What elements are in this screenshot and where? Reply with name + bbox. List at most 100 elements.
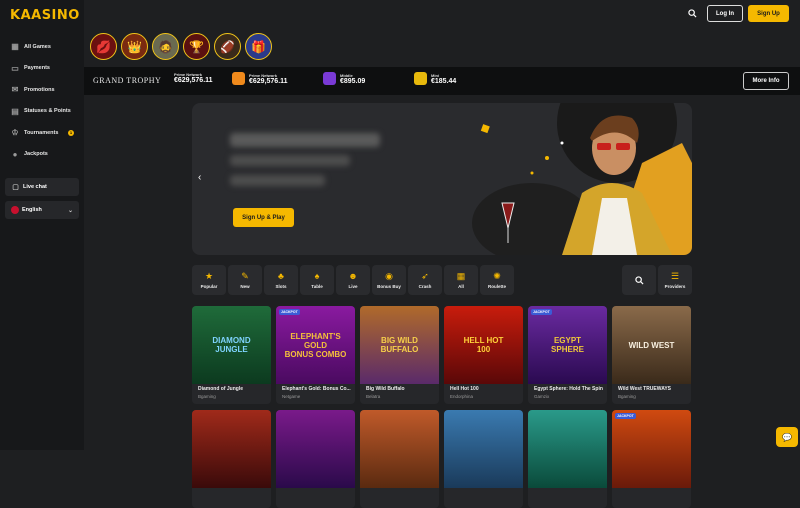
category-all[interactable]: ▦ All <box>444 265 478 295</box>
game-card[interactable]: WILD WEST Wild West TRUEWAYS Bgaming <box>612 306 691 404</box>
game-card[interactable]: DIAMOND JUNGLE Diamond of Jungle Bgaming <box>192 306 271 404</box>
dealer-icon: ☻ <box>348 271 358 281</box>
category-slots[interactable]: ♣ Slots <box>264 265 298 295</box>
coins-icon: ◉ <box>385 271 393 281</box>
sidebar-item-label: Payments <box>24 65 50 72</box>
moneybag-icon: ● <box>12 149 18 159</box>
category-label: Table <box>311 284 323 289</box>
sidebar-item-promotions[interactable]: ✉ Promotions <box>0 79 84 101</box>
providers-button[interactable]: ☰ Providers <box>658 265 692 295</box>
sidebar: KAASINO ▦ All Games ▭ Payments ✉ Promoti… <box>0 0 84 450</box>
roulette-icon: ✺ <box>493 271 501 281</box>
broom-icon: ✎ <box>241 271 249 281</box>
category-popular[interactable]: ★ Popular <box>192 265 226 295</box>
live-chat-label: Live chat <box>23 184 47 190</box>
game-name: Wild West TRUEWAYS <box>618 386 672 392</box>
jackpot-gem-orange-icon <box>232 72 245 85</box>
sidebar-item-label: Jackpots <box>24 151 48 158</box>
jackpot-amount: €895.09 <box>340 77 366 85</box>
category-bar: ★ Popular ✎ New ♣ Slots ♠ Table ☻ Live ◉… <box>192 265 692 295</box>
promo-banner[interactable]: Sign Up & Play ‹ › <box>192 103 692 255</box>
login-button[interactable]: Log In <box>707 5 743 22</box>
game-card[interactable]: HELL HOT 100 Hell Hot 100 Endorphina <box>444 306 523 404</box>
category-table[interactable]: ♠ Table <box>300 265 334 295</box>
category-roulette[interactable]: ✺ Roulette <box>480 265 514 295</box>
search-icon[interactable] <box>688 9 697 20</box>
jackpot-bar: GRAND TROPHY Prime Network €629,576.11 P… <box>84 67 800 95</box>
story-crown[interactable]: 👑 <box>121 33 148 60</box>
sidebar-item-jackpots[interactable]: ● Jackpots <box>0 144 84 166</box>
game-card[interactable] <box>276 410 355 508</box>
jackpot-amount: €629,576.11 <box>249 77 288 85</box>
game-art-title: EGYPT SPHERE <box>551 336 584 354</box>
sidebar-item-label: Promotions <box>24 86 55 93</box>
category-crash[interactable]: ➶ Crash <box>408 265 442 295</box>
game-name: Big Wild Buffalo <box>366 386 405 392</box>
story-football[interactable]: 🏈 <box>214 33 241 60</box>
sidebar-item-all-games[interactable]: ▦ All Games <box>0 36 84 58</box>
jackpot-prime-2: Prime Network €629,576.11 <box>232 72 288 85</box>
jackpot-gem-yellow-icon <box>414 72 427 85</box>
star-icon: ★ <box>204 271 214 281</box>
game-art-title: HELL HOT 100 <box>463 336 504 354</box>
live-chat-button[interactable]: ▢ Live chat <box>5 178 79 196</box>
kaasino-logo[interactable]: KAASINO <box>10 8 80 23</box>
signup-button[interactable]: Sign Up <box>748 5 789 22</box>
game-card[interactable] <box>444 410 523 508</box>
category-label: New <box>240 284 250 289</box>
story-gift[interactable]: 🎁 <box>245 33 272 60</box>
game-card[interactable] <box>192 410 271 508</box>
category-bonus-buy[interactable]: ◉ Bonus Buy <box>372 265 406 295</box>
game-card[interactable]: BIG WILD BUFFALO Big Wild Buffalo Belatr… <box>360 306 439 404</box>
category-label: Bonus Buy <box>377 284 401 289</box>
tournaments-count-badge: 1 <box>68 129 74 136</box>
more-info-button[interactable]: More Info <box>743 72 789 90</box>
spade-icon: ♠ <box>314 271 320 281</box>
uk-flag-icon <box>11 206 19 214</box>
jackpot-amount: €629,576.11 <box>174 77 213 84</box>
game-search-button[interactable] <box>622 265 656 295</box>
grand-trophy-logo: GRAND TROPHY <box>93 76 162 85</box>
language-select[interactable]: English ⌄ <box>5 201 79 219</box>
game-thumbnail: BIG WILD BUFFALO <box>360 306 439 384</box>
game-card[interactable]: JACKPOT <box>612 410 691 508</box>
game-art-title: WILD WEST <box>628 340 675 350</box>
game-name: Hell Hot 100 <box>450 386 479 392</box>
category-new[interactable]: ✎ New <box>228 265 262 295</box>
story-trophy[interactable]: 🏆 <box>183 33 210 60</box>
game-name: Egypt Sphere: Hold The Spin <box>534 386 603 392</box>
jackpot-mini: Mini €185.44 <box>414 72 456 85</box>
sidebar-item-statuses[interactable]: ▤ Statuses & Points <box>0 101 84 123</box>
sidebar-item-payments[interactable]: ▭ Payments <box>0 58 84 80</box>
clover-icon: ♣ <box>278 271 284 281</box>
story-character[interactable]: 🧔 <box>152 33 179 60</box>
grid-icon: ▦ <box>11 42 19 52</box>
game-provider: Gamzix <box>534 394 550 399</box>
game-card[interactable] <box>528 410 607 508</box>
category-live[interactable]: ☻ Live <box>336 265 370 295</box>
category-label: Popular <box>200 284 218 289</box>
chevron-down-icon: ⌄ <box>67 207 73 214</box>
category-label: Live <box>348 284 358 289</box>
top-bar: Log In Sign Up 💋 👑 🧔 🏆 🏈 🎁 <box>84 0 800 66</box>
game-thumbnail <box>192 410 271 488</box>
sidebar-item-label: Tournaments <box>24 129 59 136</box>
game-card[interactable]: EGYPT SPHERE JACKPOT Egypt Sphere: Hold … <box>528 306 607 404</box>
banner-title-blurred <box>230 133 380 147</box>
story-lips[interactable]: 💋 <box>90 33 117 60</box>
game-thumbnail: DIAMOND JUNGLE <box>192 306 271 384</box>
game-thumbnail: ELEPHANT'S GOLD BONUS COMBO <box>276 306 355 384</box>
category-label: Roulette <box>488 284 506 289</box>
jackpot-tag: JACKPOT <box>531 309 552 315</box>
ticket-icon: ▤ <box>11 106 19 116</box>
banner-prev-arrow-icon[interactable]: ‹ <box>198 172 201 183</box>
banner-subtitle-blurred <box>230 155 350 166</box>
game-thumbnail <box>612 410 691 488</box>
search-icon <box>634 275 644 285</box>
game-card[interactable] <box>360 410 439 508</box>
banner-signup-button[interactable]: Sign Up & Play <box>233 208 294 227</box>
game-card[interactable]: ELEPHANT'S GOLD BONUS COMBO JACKPOT Elep… <box>276 306 355 404</box>
chat-bubble-icon[interactable]: 💬 <box>776 427 798 447</box>
sidebar-item-tournaments[interactable]: ♔ Tournaments 1 <box>0 122 84 144</box>
game-name: Diamond of Jungle <box>198 386 243 392</box>
